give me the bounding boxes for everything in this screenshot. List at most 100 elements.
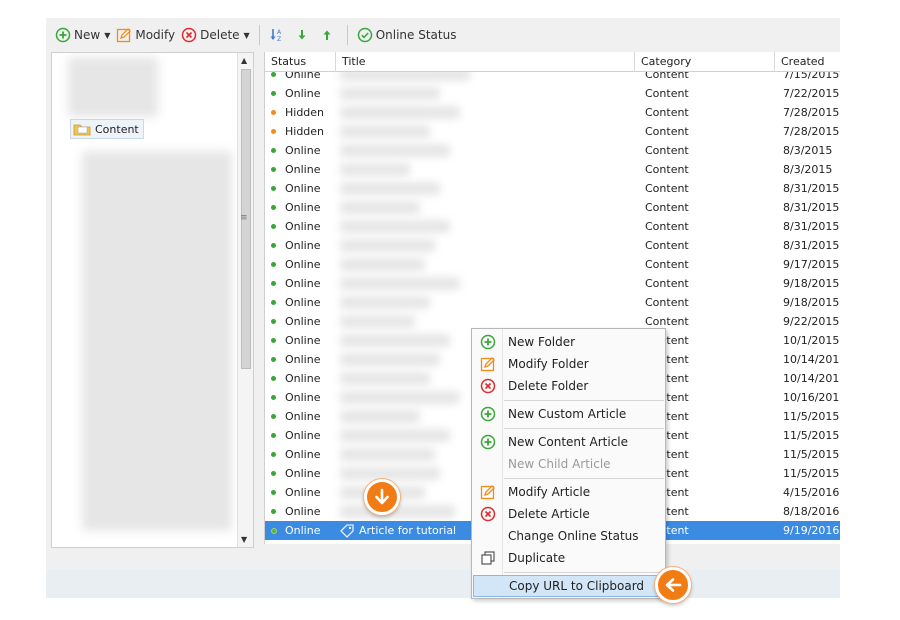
blurred-title [340,201,420,214]
created-cell: 10/14/2015 [783,372,840,385]
new-button[interactable]: New ▼ [52,24,113,46]
blurred-title [340,334,450,347]
column-header-category[interactable]: Category [635,52,775,72]
menu-item-label: Delete Folder [508,379,589,393]
menu-separator [504,478,664,479]
delete-button[interactable]: Delete ▼ [178,24,253,46]
table-row[interactable]: Online Content 8/31/2015 [265,236,840,255]
status-cell: Hidden [265,106,336,119]
toolbar-separator [346,25,348,45]
column-header-status[interactable]: Status [265,52,336,72]
table-row[interactable]: Online Content 8/3/2015 [265,160,840,179]
menu-item-delete-folder[interactable]: Delete Folder [473,375,664,397]
status-text: Online [285,296,321,309]
online-status-button[interactable]: Online Status [354,24,460,46]
column-header-title[interactable]: Title [336,52,635,72]
title-cell [336,274,640,293]
menu-item-change-online-status[interactable]: Change Online Status [473,525,664,547]
blurred-title [340,125,430,138]
menu-item-new-custom-article[interactable]: New Custom Article [473,403,664,425]
blurred-title [340,429,450,442]
status-dot-icon [271,129,276,134]
title-cell [336,84,640,103]
table-row[interactable]: Online Content 8/31/2015 [265,217,840,236]
move-up-button[interactable] [316,24,341,46]
created-cell: 8/3/2015 [783,144,833,157]
table-row[interactable]: Hidden Content 7/28/2015 [265,122,840,141]
scroll-down-icon[interactable]: ▼ [241,535,247,544]
menu-item-modify-folder[interactable]: Modify Folder [473,353,664,375]
menu-separator [504,400,664,401]
category-cell: Content [645,277,689,290]
folder-tree[interactable]: Content ▲ ≡ ▼ [51,52,254,548]
status-cell: Online [265,391,336,404]
status-dot-icon [271,72,276,77]
title-cell [336,122,640,141]
blurred-title [340,315,415,328]
status-cell: Online [265,296,336,309]
table-row[interactable]: Online Content 7/22/2015 [265,84,840,103]
menu-item-label: Copy URL to Clipboard [509,579,645,593]
menu-item-new-content-article[interactable]: New Content Article [473,431,664,453]
category-cell: Content [645,258,689,271]
category-cell: Content [645,296,689,309]
blurred-title [340,410,420,423]
status-dot-icon [271,338,276,343]
table-row[interactable]: Online Content 8/3/2015 [265,141,840,160]
tree-node-content[interactable]: Content [70,119,144,139]
table-row[interactable]: Online Content 9/18/2015 [265,274,840,293]
svg-text:Z: Z [277,36,281,43]
table-row[interactable]: Online Content 8/31/2015 [265,179,840,198]
title-text: Article for tutorial [359,524,457,537]
status-dot-icon [271,433,276,438]
menu-separator [504,572,664,573]
status-text: Online [285,87,321,100]
chevron-down-icon[interactable]: ▼ [244,31,250,40]
blurred-title [340,353,440,366]
tree-scrollbar[interactable]: ▲ ≡ ▼ [237,53,253,547]
table-row[interactable]: Online Content 8/31/2015 [265,198,840,217]
status-cell: Online [265,334,336,347]
context-menu: New Folder Modify Folder Delete Folder N… [471,328,666,599]
svg-text:A: A [277,29,282,36]
table-row[interactable]: Online Content 9/17/2015 [265,255,840,274]
status-text: Hidden [285,106,325,119]
check-circle-icon [357,27,372,43]
status-cell: Online [265,315,336,328]
menu-item-delete-article[interactable]: Delete Article [473,503,664,525]
folder-icon [73,124,91,136]
modify-button[interactable]: Modify [113,24,178,46]
created-cell: 9/22/2015 [783,315,840,328]
status-cell: Online [265,258,336,271]
status-dot-icon [271,300,276,305]
pencil-icon [480,357,495,372]
status-text: Online [285,448,321,461]
status-text: Online [285,201,321,214]
status-dot-icon [271,110,276,115]
sort-az-icon: A Z [270,29,282,43]
blurred-title [340,144,450,157]
sort-button[interactable]: A Z [266,24,291,46]
menu-item-copy-url[interactable]: Copy URL to Clipboard [473,575,664,597]
move-down-button[interactable] [291,24,316,46]
plus-circle-icon [55,27,71,43]
status-text: Online [285,182,321,195]
status-cell: Online [265,144,336,157]
status-text: Online [285,163,321,176]
status-dot-icon [271,414,276,419]
x-circle-icon [181,27,197,43]
scroll-up-icon[interactable]: ▲ [241,56,247,65]
category-cell: Content [645,106,689,119]
title-cell [336,198,640,217]
table-row[interactable]: Online Content 9/18/2015 [265,293,840,312]
menu-item-new-folder[interactable]: New Folder [473,331,664,353]
menu-item-duplicate[interactable]: Duplicate [473,547,664,569]
status-dot-icon [271,186,276,191]
menu-item-modify-article[interactable]: Modify Article [473,481,664,503]
status-dot-icon [271,357,276,362]
table-row[interactable]: Hidden Content 7/28/2015 [265,103,840,122]
status-cell: Online [265,429,336,442]
chevron-down-icon[interactable]: ▼ [104,31,110,40]
column-header-created[interactable]: Created [775,52,840,72]
menu-item-label: Modify Article [508,485,591,499]
